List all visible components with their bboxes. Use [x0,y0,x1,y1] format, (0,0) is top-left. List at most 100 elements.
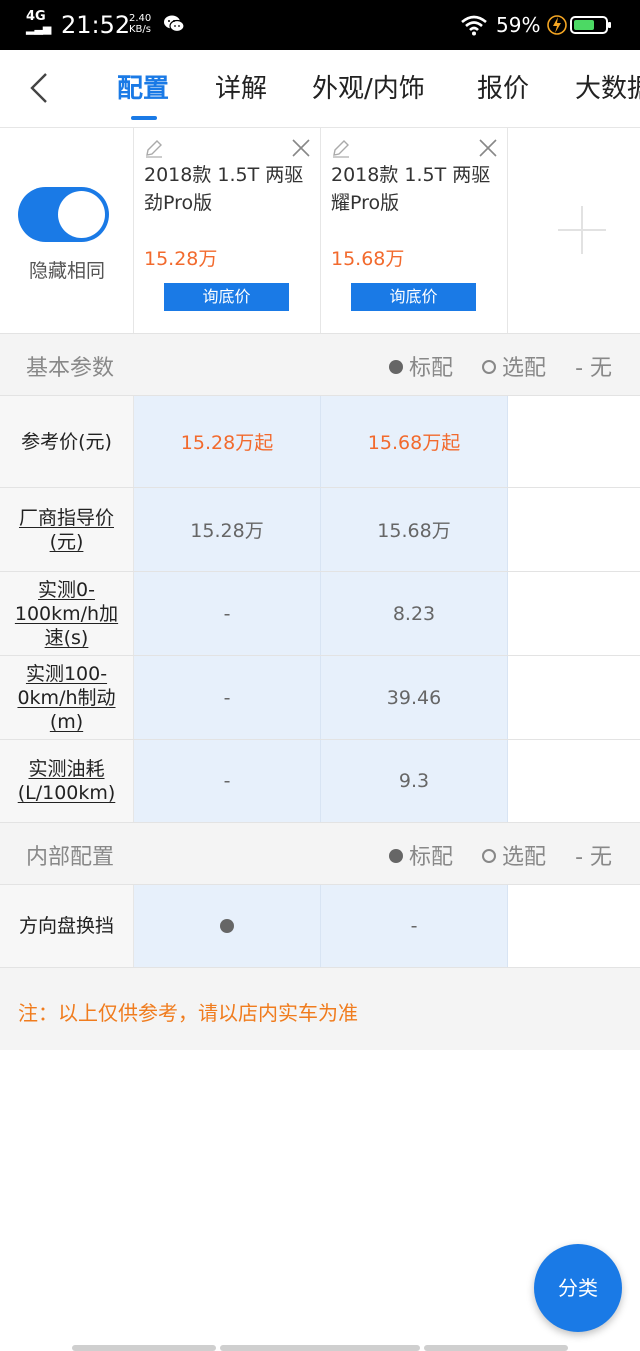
row-label[interactable]: 实测0-100km/h加速(s) [0,572,134,655]
filled-dot-icon [389,849,404,863]
wifi-icon [461,15,487,36]
legend-optional-label: 选配 [502,845,547,870]
clock: 21:52 [61,11,131,39]
empty-cell [508,488,640,571]
car-name: 2018款 1.5T 两驱劲Pro版 [144,164,304,214]
empty-cell [508,656,640,739]
table-row: 实测100-0km/h制动(m) - 39.46 [0,656,640,740]
edit-icon[interactable] [144,138,164,158]
empty-dot-icon [482,849,497,863]
row-value: 39.46 [321,656,508,739]
car-name: 2018款 1.5T 两驱耀Pro版 [331,164,491,214]
row-value-standard [134,885,321,967]
row-value: 15.28万起 [134,396,321,487]
row-value: 15.68万 [321,488,508,571]
standard-dot-icon [220,919,234,933]
legend-standard: 标配 [389,839,453,871]
quote-button[interactable]: 询底价 [164,283,289,311]
row-value: - [134,572,321,655]
row-label: 方向盘换挡 [0,885,134,967]
close-icon[interactable] [290,137,312,159]
close-icon[interactable] [477,137,499,159]
row-value: 9.3 [321,740,508,822]
car-column-2: 2018款 1.5T 两驱耀Pro版 15.68万 询底价 [321,128,508,333]
toggle-knob [58,191,105,238]
filled-dot-icon [389,360,404,374]
battery-icon [570,16,611,34]
table-row: 方向盘换挡 - [0,885,640,968]
net-speed-value: 2.40 [129,13,152,24]
active-tab-indicator [131,116,157,120]
row-label-text: 实测100-0km/h制动(m) [17,662,116,733]
tab-details[interactable]: 详解 [215,72,267,106]
tab-config[interactable]: 配置 [117,72,169,106]
legend-optional: 选配 [482,839,546,871]
row-value: 15.68万起 [321,396,508,487]
legend-optional-label: 选配 [502,356,547,381]
row-label: 参考价(元) [0,396,134,487]
legend-none: - 无 [575,356,612,381]
tab-price[interactable]: 报价 [477,72,529,106]
row-value: - [321,885,508,967]
table-row: 实测油耗(L/100km) - 9.3 [0,740,640,823]
home-indicator [424,1345,568,1351]
empty-cell [508,885,640,967]
row-label-text: 厂商指导价(元) [18,506,114,553]
tab-exterior-interior[interactable]: 外观/内饰 [312,72,425,106]
plus-icon[interactable] [556,204,608,256]
nav-bar: 配置 详解 外观/内饰 报价 大数据 [0,50,640,128]
section-header-interior: 内部配置 标配 选配 - 无 [0,823,640,885]
legend-standard: 标配 [389,350,453,382]
disclaimer-note: 注：以上仅供参考，请以店内实车为准 [0,968,640,1050]
legend: 标配 选配 - 无 [367,839,612,871]
battery-percent: 59% [496,13,541,37]
disclaimer-text: 注：以上仅供参考，请以店内实车为准 [18,1001,358,1025]
car-price: 15.68万 [331,248,405,270]
tab-big-data[interactable]: 大数据 [575,72,640,106]
empty-cell [508,396,640,487]
legend-optional: 选配 [482,350,546,382]
empty-cell [508,740,640,822]
edit-icon[interactable] [331,138,351,158]
quote-button[interactable]: 询底价 [351,283,476,311]
status-bar: 4G ▂▃▅ 21:52 2.40 KB/s 59% [0,0,640,50]
home-indicator [220,1345,420,1351]
hide-same-label: 隐藏相同 [28,260,105,282]
add-car-cell[interactable] [508,128,640,333]
row-label-text: 实测油耗(L/100km) [17,758,116,804]
net-speed: 2.40 KB/s [129,13,151,35]
network-indicator: 4G ▂▃▅ [26,10,52,35]
hide-same-cell: 隐藏相同 [0,128,134,333]
home-indicator [72,1345,216,1351]
car-column-1: 2018款 1.5T 两驱劲Pro版 15.28万 询底价 [134,128,321,333]
hide-same-toggle[interactable] [18,187,109,242]
row-label[interactable]: 厂商指导价(元) [0,488,134,571]
row-value: - [134,656,321,739]
category-button[interactable]: 分类 [534,1244,622,1332]
row-value: 8.23 [321,572,508,655]
back-button[interactable] [20,68,60,108]
section-header-basic: 基本参数 标配 选配 - 无 [0,334,640,396]
signal-icon: ▂▃▅ [26,22,52,35]
charging-icon [547,15,567,35]
table-row: 参考价(元) 15.28万起 15.68万起 [0,396,640,488]
row-value: 15.28万 [134,488,321,571]
net-speed-unit: KB/s [129,24,151,35]
empty-dot-icon [482,360,497,374]
car-price: 15.28万 [144,248,218,270]
legend-standard-label: 标配 [409,356,454,381]
empty-cell [508,572,640,655]
section-title: 内部配置 [26,845,115,870]
car-compare-header: 隐藏相同 2018款 1.5T 两驱劲Pro版 15.28万 询底价 2018款… [0,128,640,334]
legend-none: - 无 [575,845,612,870]
row-label[interactable]: 实测油耗(L/100km) [0,740,134,822]
row-value: - [134,740,321,822]
table-row: 厂商指导价(元) 15.28万 15.68万 [0,488,640,572]
row-label-text: 实测0-100km/h加速(s) [14,578,119,649]
section-title: 基本参数 [26,356,115,381]
wechat-icon [164,15,185,33]
row-label[interactable]: 实测100-0km/h制动(m) [0,656,134,739]
table-row: 实测0-100km/h加速(s) - 8.23 [0,572,640,656]
legend-standard-label: 标配 [409,845,454,870]
row-label-text: 方向盘换挡 [18,915,114,937]
